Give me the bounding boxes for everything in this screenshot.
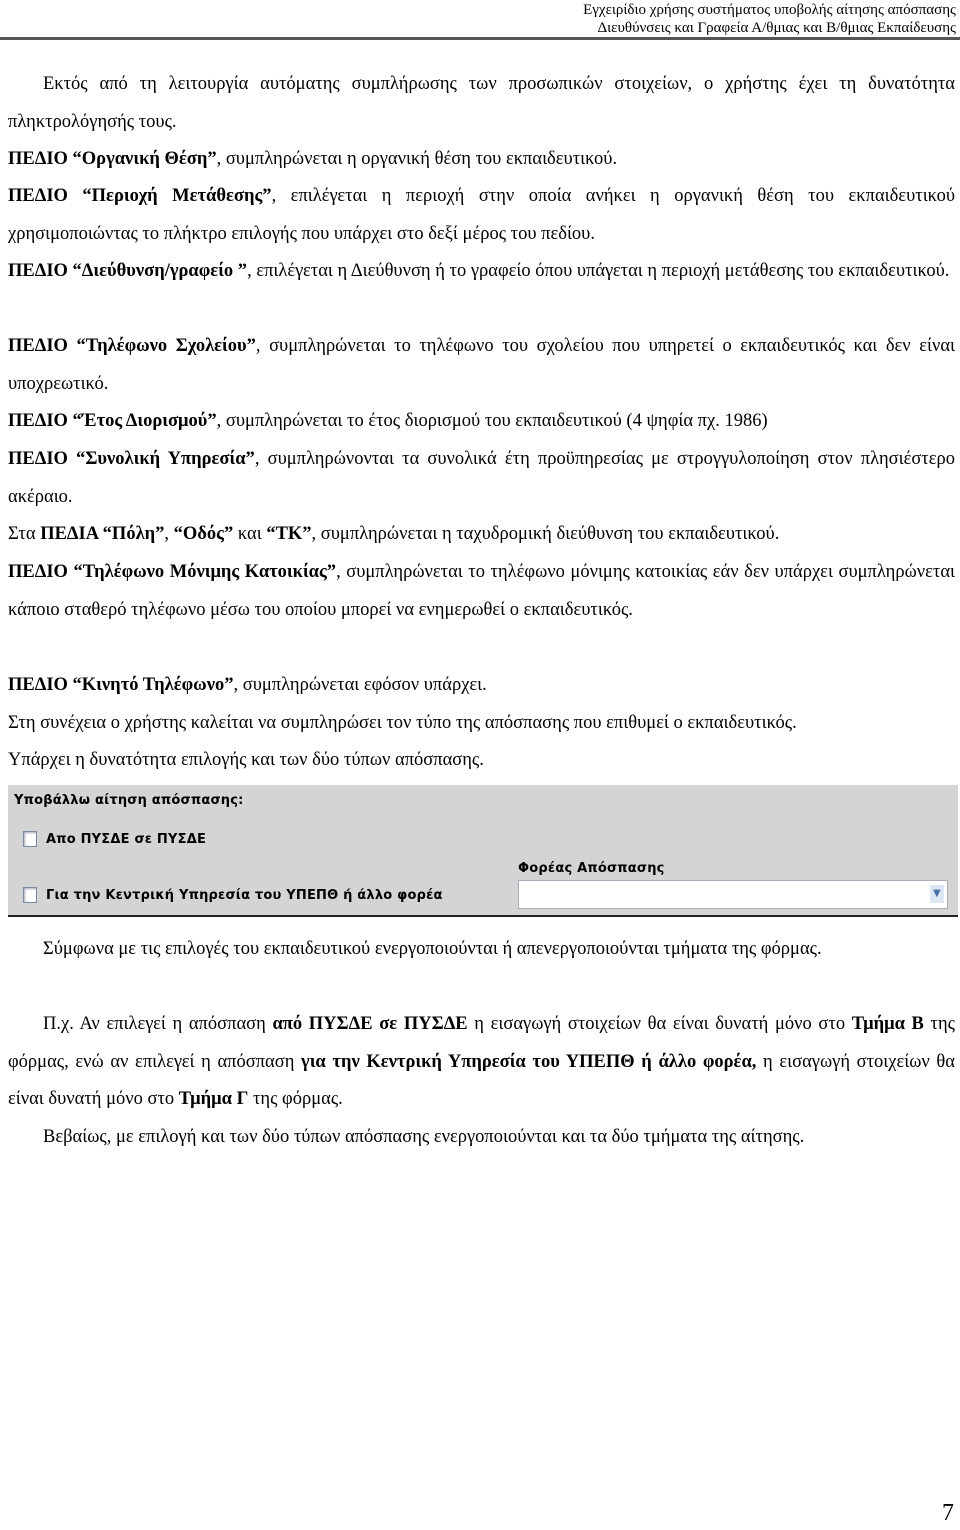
text: , συμπληρώνεται η οργανική θέση του εκπα…	[216, 149, 618, 169]
paragraph: Εκτός από τη λειτουργία αυτόματης συμπλή…	[8, 66, 955, 141]
checkbox-central-service[interactable]	[23, 887, 37, 903]
paragraph: ΠΕΔΙΟ “Έτος Διορισμού”, συμπληρώνεται το…	[8, 403, 955, 441]
text: Π.χ. Αν επιλεγεί η απόσπαση	[43, 1014, 273, 1034]
bold-text: ΠΕΔΙΟ “Τηλέφωνο Σχολείου”	[8, 336, 256, 356]
paragraph: ΠΕΔΙΟ “Τηλέφωνο Σχολείου”, συμπληρώνεται…	[8, 328, 955, 403]
bold-text: “ΤΚ”	[266, 524, 312, 544]
checkbox-pysde[interactable]	[23, 831, 37, 847]
bold-text: “Οδός”	[173, 524, 234, 544]
bold-text: ΠΕΔΙΟ “Κινητό Τηλέφωνο”	[8, 675, 234, 695]
bold-text: ΠΕΔΙΟ “Περιοχή Μετάθεσης”	[8, 186, 272, 206]
bold-text: ΠΕΔΙΟ “Έτος Διορισμού”	[8, 411, 217, 431]
bold-text: από ΠΥΣΔΕ σε ΠΥΣΔΕ	[272, 1014, 468, 1034]
running-header: Εγχειρίδιο χρήσης συστήματος υποβολής αί…	[583, 1, 956, 37]
chevron-down-icon[interactable]: ▼	[930, 885, 944, 903]
text: Σύμφωνα με τις επιλογές του εκπαιδευτικο…	[43, 939, 822, 959]
text: , συμπληρώνεται η ταχυδρομική διεύθυνση …	[311, 524, 780, 544]
header-line-2: Διευθύνσεις και Γραφεία Α/θμιας και Β/θμ…	[597, 20, 957, 36]
text: , επιλέγεται η Διεύθυνση ή το γραφείο όπ…	[247, 261, 950, 281]
text: Στα	[8, 524, 41, 544]
paragraph: Π.χ. Αν επιλεγεί η απόσπαση από ΠΥΣΔΕ σε…	[8, 1006, 955, 1119]
bold-text: ΠΕΔΙΟ “Συνολική Υπηρεσία”	[8, 449, 255, 469]
paragraph: Στη συνέχεια ο χρήστης καλείται να συμπλ…	[8, 705, 955, 743]
paragraph: ΠΕΔΙΟ “Συνολική Υπηρεσία”, συμπληρώνοντα…	[8, 441, 955, 516]
paragraph: ΠΕΔΙΟ “Περιοχή Μετάθεσης”, επιλέγεται η …	[8, 178, 955, 253]
text: , συμπληρώνεται εφόσον υπάρχει.	[233, 675, 487, 695]
paragraph: ΠΕΔΙΟ “Διεύθυνση/γραφείο ”, επιλέγεται η…	[8, 253, 955, 291]
text: και	[233, 524, 267, 544]
text: ,	[164, 524, 174, 544]
text: της φόρμας.	[248, 1089, 343, 1110]
paragraph: ΠΕΔΙΟ “Τηλέφωνο Μόνιμης Κατοικίας”, συμπ…	[8, 554, 955, 629]
form-screenshot: Υποβάλλω αίτηση απόσπασης: Απο ΠΥΣΔΕ σε …	[8, 785, 958, 917]
paragraph: Σύμφωνα με τις επιλογές του εκπαιδευτικο…	[8, 931, 955, 969]
paragraph: ΠΕΔΙΟ “Οργανική Θέση”, συμπληρώνεται η ο…	[8, 141, 955, 179]
bold-text: ΠΕΔΙΑ “Πόλη”	[40, 524, 165, 544]
paragraph: Υπάρχει η δυνατότητα επιλογής και των δύ…	[8, 742, 955, 780]
option-pysde-label: Απο ΠΥΣΔΕ σε ΠΥΣΔΕ	[46, 832, 207, 847]
page-number: 7	[942, 1500, 954, 1526]
paragraph: Βεβαίως, με επιλογή και των δύο τύπων απ…	[8, 1119, 955, 1157]
text: Βεβαίως, με επιλογή και των δύο τύπων απ…	[43, 1127, 805, 1147]
header-rule	[0, 37, 960, 40]
bold-text: ΠΕΔΙΟ “Διεύθυνση/γραφείο ”	[8, 261, 248, 281]
paragraph: ΠΕΔΙΟ “Κινητό Τηλέφωνο”, συμπληρώνεται ε…	[8, 667, 955, 705]
text: Υπάρχει η δυνατότητα επιλογής και των δύ…	[8, 750, 484, 770]
paragraph: Στα ΠΕΔΙΑ “Πόλη”, “Οδός” και “ΤΚ”, συμπλ…	[8, 516, 955, 554]
text: η εισαγωγή στοιχείων θα είναι δυνατή μόν…	[467, 1014, 852, 1034]
text: Στη συνέχεια ο χρήστης καλείται να συμπλ…	[8, 713, 797, 733]
header-line-1: Εγχειρίδιο χρήσης συστήματος υποβολής αί…	[583, 2, 956, 18]
text: , συμπληρώνεται το έτος διορισμού του εκ…	[216, 411, 768, 431]
bold-text: Τμήμα Γ	[178, 1089, 249, 1110]
field-label-foreas: Φορέας Απόσπασης	[518, 861, 665, 876]
bold-text: για την Κεντρική Υπηρεσία του ΥΠΕΠΘ ή άλ…	[301, 1051, 757, 1072]
text: Εκτός από τη λειτουργία αυτόματης συμπλή…	[8, 74, 955, 132]
foreas-select[interactable]: ▼	[518, 880, 948, 909]
option-central-service-label: Για την Κεντρική Υπηρεσία του ΥΠΕΠΘ ή άλ…	[46, 888, 443, 903]
bold-text: Τμήμα Β	[851, 1014, 924, 1034]
bold-text: ΠΕΔΙΟ “Οργανική Θέση”	[8, 149, 217, 169]
form-title: Υποβάλλω αίτηση απόσπασης:	[14, 793, 244, 808]
bold-text: ΠΕΔΙΟ “Τηλέφωνο Μόνιμης Κατοικίας”	[8, 562, 337, 582]
